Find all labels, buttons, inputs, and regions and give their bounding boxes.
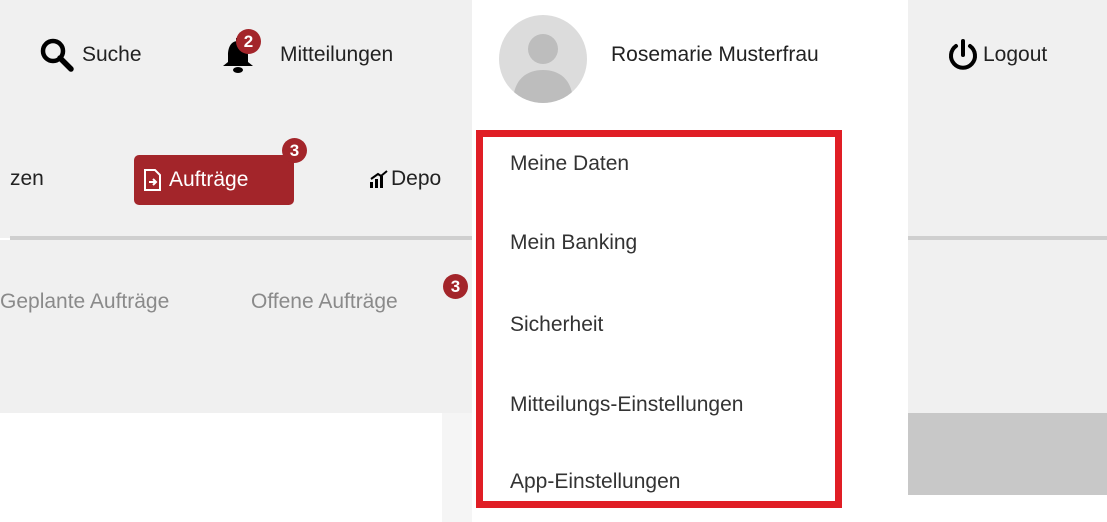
logout-button[interactable]: Logout — [947, 30, 1047, 80]
subtab-open-label: Offene Aufträge — [251, 290, 398, 313]
search-icon — [38, 36, 76, 74]
notifications-label: Mitteilungen — [280, 43, 394, 66]
nav-item-partial[interactable]: zen — [10, 167, 44, 191]
power-icon — [947, 38, 979, 72]
bell-icon: 2 — [218, 29, 261, 75]
highlight-frame — [476, 130, 842, 508]
logout-label: Logout — [983, 43, 1048, 66]
search-button[interactable]: Suche — [38, 30, 142, 80]
subtab-planned-label: Geplante Aufträge — [0, 290, 170, 313]
bar-chart-icon — [369, 170, 389, 188]
nav-item-depot[interactable]: Depo — [369, 167, 441, 191]
user-name-label: Rosemarie Musterfrau — [611, 43, 819, 66]
document-arrow-icon — [143, 169, 163, 191]
notifications-badge: 2 — [236, 29, 261, 54]
notifications-button[interactable]: 2 Mitteilungen — [218, 29, 394, 80]
content-strip — [908, 413, 1107, 495]
user-name[interactable]: Rosemarie Musterfrau — [611, 30, 819, 80]
tab-orders[interactable]: Aufträge — [134, 155, 294, 205]
subtab-planned-orders[interactable]: Geplante Aufträge — [0, 290, 222, 314]
nav-item-depot-label: Depo — [391, 167, 442, 190]
dropdown-backdrop — [442, 413, 472, 522]
tab-orders-label: Aufträge — [169, 168, 249, 191]
subtab-open-orders[interactable]: Offene Aufträge — [251, 290, 398, 314]
user-avatar-icon[interactable] — [499, 15, 587, 103]
open-orders-badge: 3 — [443, 274, 468, 299]
search-label: Suche — [82, 43, 142, 66]
orders-badge: 3 — [282, 138, 307, 163]
